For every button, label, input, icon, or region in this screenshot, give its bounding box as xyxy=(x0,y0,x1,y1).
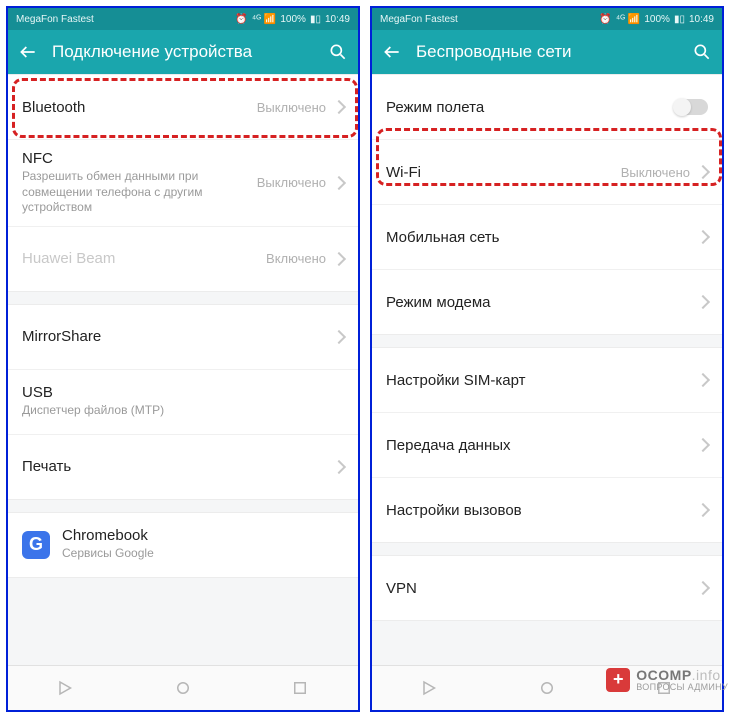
vpn-label: VPN xyxy=(386,580,694,597)
battery-pct: 100% xyxy=(644,14,670,25)
nfc-sublabel: Разрешить обмен данными при совмещении т… xyxy=(22,169,232,216)
row-vpn[interactable]: VPN xyxy=(372,556,722,620)
watermark-tagline: ВОПРОСЫ АДМИНУ xyxy=(636,683,728,692)
chevron-right-icon xyxy=(696,165,710,179)
settings-list: Режим полета Wi-Fi Выключено Мобильная с… xyxy=(372,74,722,665)
page-title: Беспроводные сети xyxy=(416,42,678,62)
data-usage-label: Передача данных xyxy=(386,437,694,454)
nav-home-icon[interactable] xyxy=(538,679,556,697)
nav-back-icon[interactable] xyxy=(57,679,75,697)
airplane-label: Режим полета xyxy=(386,99,674,116)
nfc-label: NFC xyxy=(22,150,257,167)
watermark-plus-icon: + xyxy=(606,668,630,692)
usb-sublabel: Диспетчер файлов (MTP) xyxy=(22,403,232,419)
row-data[interactable]: Передача данных xyxy=(372,413,722,478)
back-icon[interactable] xyxy=(382,42,402,62)
signal-icon: ⁴ᴳ 📶 xyxy=(616,14,641,25)
watermark-brand: OCOMP xyxy=(636,667,691,683)
clock: 10:49 xyxy=(689,14,714,25)
clock: 10:49 xyxy=(325,14,350,25)
row-calls[interactable]: Настройки вызовов xyxy=(372,478,722,542)
search-icon[interactable] xyxy=(692,42,712,62)
chevron-right-icon xyxy=(696,230,710,244)
nav-bar xyxy=(8,665,358,710)
row-huawei-beam: Huawei Beam Включено xyxy=(8,227,358,291)
chromebook-sublabel: Сервисы Google xyxy=(62,546,272,562)
chevron-right-icon xyxy=(696,503,710,517)
signal-icon: ⁴ᴳ 📶 xyxy=(252,14,277,25)
row-mobile[interactable]: Мобильная сеть xyxy=(372,205,722,270)
call-settings-label: Настройки вызовов xyxy=(386,502,694,519)
page-title: Подключение устройства xyxy=(52,42,314,62)
row-airplane[interactable]: Режим полета xyxy=(372,75,722,140)
carrier-label: MegaFon Fastest xyxy=(380,14,458,25)
watermark-brand-tld: .info xyxy=(692,667,721,683)
chevron-right-icon xyxy=(696,438,710,452)
row-tether[interactable]: Режим модема xyxy=(372,270,722,334)
alarm-icon: ⏰ xyxy=(599,14,611,25)
chevron-right-icon xyxy=(332,100,346,114)
battery-pct: 100% xyxy=(280,14,306,25)
wifi-label: Wi-Fi xyxy=(386,164,621,181)
nfc-value: Выключено xyxy=(257,175,326,190)
app-bar: Беспроводные сети xyxy=(372,30,722,74)
carrier-label: MegaFon Fastest xyxy=(16,14,94,25)
wifi-value: Выключено xyxy=(621,165,690,180)
battery-icon: ▮▯ xyxy=(310,14,321,25)
battery-icon: ▮▯ xyxy=(674,14,685,25)
alarm-icon: ⏰ xyxy=(235,14,247,25)
row-bluetooth[interactable]: Bluetooth Выключено xyxy=(8,75,358,140)
row-print[interactable]: Печать xyxy=(8,435,358,499)
chromebook-icon: G xyxy=(22,531,50,559)
row-nfc[interactable]: NFC Разрешить обмен данными при совмещен… xyxy=(8,140,358,227)
chevron-right-icon xyxy=(332,460,346,474)
bluetooth-label: Bluetooth xyxy=(22,99,257,116)
huawei-beam-value: Включено xyxy=(266,251,326,266)
bluetooth-value: Выключено xyxy=(257,100,326,115)
usb-label: USB xyxy=(22,384,344,401)
row-chromebook[interactable]: G Chromebook Сервисы Google xyxy=(8,513,358,577)
phone-device-connection: MegaFon Fastest ⏰ ⁴ᴳ 📶 100% ▮▯ 10:49 Под… xyxy=(6,6,360,712)
chevron-right-icon xyxy=(332,252,346,266)
nav-recent-icon[interactable] xyxy=(291,679,309,697)
watermark: + OCOMP.info ВОПРОСЫ АДМИНУ xyxy=(606,668,728,692)
huawei-beam-label: Huawei Beam xyxy=(22,250,266,267)
settings-list: Bluetooth Выключено NFC Разрешить обмен … xyxy=(8,74,358,665)
row-usb[interactable]: USB Диспетчер файлов (MTP) xyxy=(8,370,358,435)
mirrorshare-label: MirrorShare xyxy=(22,328,330,345)
airplane-toggle[interactable] xyxy=(674,99,708,115)
chevron-right-icon xyxy=(332,330,346,344)
row-wifi[interactable]: Wi-Fi Выключено xyxy=(372,140,722,205)
nav-home-icon[interactable] xyxy=(174,679,192,697)
chevron-right-icon xyxy=(696,373,710,387)
sim-settings-label: Настройки SIM-карт xyxy=(386,372,694,389)
chevron-right-icon xyxy=(696,295,710,309)
chevron-right-icon xyxy=(332,176,346,190)
status-bar: MegaFon Fastest ⏰ ⁴ᴳ 📶 100% ▮▯ 10:49 xyxy=(372,8,722,30)
mobile-data-label: Мобильная сеть xyxy=(386,229,694,246)
tethering-label: Режим модема xyxy=(386,294,694,311)
phone-wireless-networks: MegaFon Fastest ⏰ ⁴ᴳ 📶 100% ▮▯ 10:49 Бес… xyxy=(370,6,724,712)
row-sim[interactable]: Настройки SIM-карт xyxy=(372,348,722,413)
app-bar: Подключение устройства xyxy=(8,30,358,74)
nav-back-icon[interactable] xyxy=(421,679,439,697)
status-bar: MegaFon Fastest ⏰ ⁴ᴳ 📶 100% ▮▯ 10:49 xyxy=(8,8,358,30)
chevron-right-icon xyxy=(696,581,710,595)
print-label: Печать xyxy=(22,458,330,475)
row-mirrorshare[interactable]: MirrorShare xyxy=(8,305,358,370)
search-icon[interactable] xyxy=(328,42,348,62)
chromebook-label: Chromebook xyxy=(62,527,344,544)
back-icon[interactable] xyxy=(18,42,38,62)
